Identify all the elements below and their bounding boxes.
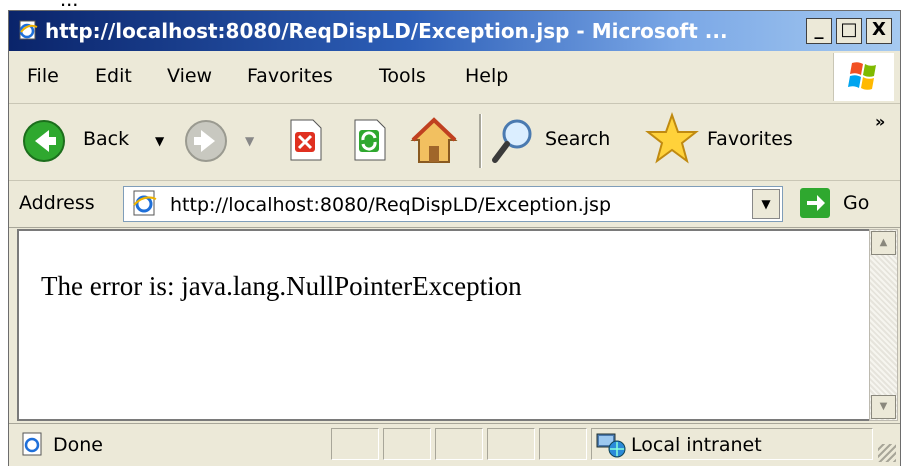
maximize-icon: □ (840, 19, 858, 40)
status-pane (331, 428, 379, 460)
go-label: Go (843, 192, 870, 214)
ie-page-icon (22, 432, 42, 456)
resize-grip-icon[interactable] (878, 444, 896, 462)
search-button[interactable]: Search (489, 114, 629, 168)
title-bar[interactable]: http://localhost:8080/ReqDispLD/Exceptio… (9, 11, 900, 51)
forward-button[interactable]: ▼ (179, 116, 269, 166)
home-button[interactable] (409, 114, 459, 166)
local-intranet-icon (596, 433, 626, 458)
menu-favorites[interactable]: Favorites (247, 65, 333, 87)
error-message: The error is: java.lang.NullPointerExcep… (41, 271, 522, 301)
back-dropdown-icon[interactable]: ▼ (155, 134, 164, 148)
menu-tools[interactable]: Tools (379, 65, 426, 87)
home-icon (410, 117, 458, 163)
search-magnifier-icon (492, 119, 532, 163)
scroll-up-button[interactable]: ▲ (871, 231, 896, 255)
stop-button[interactable] (285, 118, 329, 164)
address-label: Address (19, 192, 95, 214)
vertical-scrollbar[interactable]: ▲ ▼ (869, 229, 898, 421)
address-bar: Address http://localhost:8080/ReqDispLD/… (9, 181, 900, 228)
forward-arrow-icon (185, 120, 227, 162)
stop-icon (290, 119, 322, 161)
menu-bar: File Edit View Favorites Tools Help (9, 51, 900, 104)
browser-window: http://localhost:8080/ReqDispLD/Exceptio… (8, 10, 901, 466)
menu-file[interactable]: File (27, 65, 59, 87)
status-text: Done (53, 434, 103, 456)
refresh-icon (354, 119, 386, 161)
forward-dropdown-icon[interactable]: ▼ (245, 134, 254, 148)
ie-page-icon (19, 20, 38, 40)
status-pane (383, 428, 431, 460)
favorites-star-icon (645, 111, 699, 164)
zone-text: Local intranet (631, 434, 762, 456)
close-button[interactable]: X (866, 18, 892, 44)
address-input[interactable]: http://localhost:8080/ReqDispLD/Exceptio… (123, 186, 783, 222)
search-label: Search (545, 128, 611, 150)
toolbar-separator (479, 114, 482, 168)
back-arrow-icon (23, 120, 65, 162)
favorites-label: Favorites (707, 128, 793, 150)
ie-page-icon (133, 190, 157, 216)
maximize-button[interactable]: □ (836, 18, 862, 44)
menu-view[interactable]: View (167, 65, 212, 87)
go-button[interactable]: Go (799, 187, 879, 221)
favorites-button[interactable]: Favorites (645, 111, 805, 168)
status-pane (487, 428, 535, 460)
close-icon: X (872, 19, 886, 40)
address-url: http://localhost:8080/ReqDispLD/Exceptio… (170, 194, 612, 216)
back-label: Back (83, 128, 130, 150)
menu-edit[interactable]: Edit (95, 65, 132, 87)
back-button[interactable]: Back ▼ (17, 116, 167, 166)
status-pane (539, 428, 587, 460)
toolbar-overflow-chevron-icon[interactable]: » (875, 112, 885, 131)
minimize-icon: _ (814, 19, 824, 40)
status-pane (435, 428, 483, 460)
standard-toolbar: Back ▼ ▼ Search Favorites » (9, 104, 900, 181)
minimize-button[interactable]: _ (806, 18, 832, 44)
windows-logo-icon (848, 62, 876, 90)
address-dropdown-icon[interactable]: ▼ (752, 189, 780, 219)
scroll-down-button[interactable]: ▼ (871, 395, 896, 419)
menu-help[interactable]: Help (465, 65, 508, 87)
refresh-button[interactable] (349, 118, 393, 164)
window-title: http://localhost:8080/ReqDispLD/Exceptio… (45, 19, 728, 43)
go-arrow-icon (800, 188, 830, 218)
windows-logo (833, 53, 894, 101)
status-bar: Done Local intranet (9, 423, 900, 466)
page-content: The error is: java.lang.NullPointerExcep… (17, 229, 891, 421)
